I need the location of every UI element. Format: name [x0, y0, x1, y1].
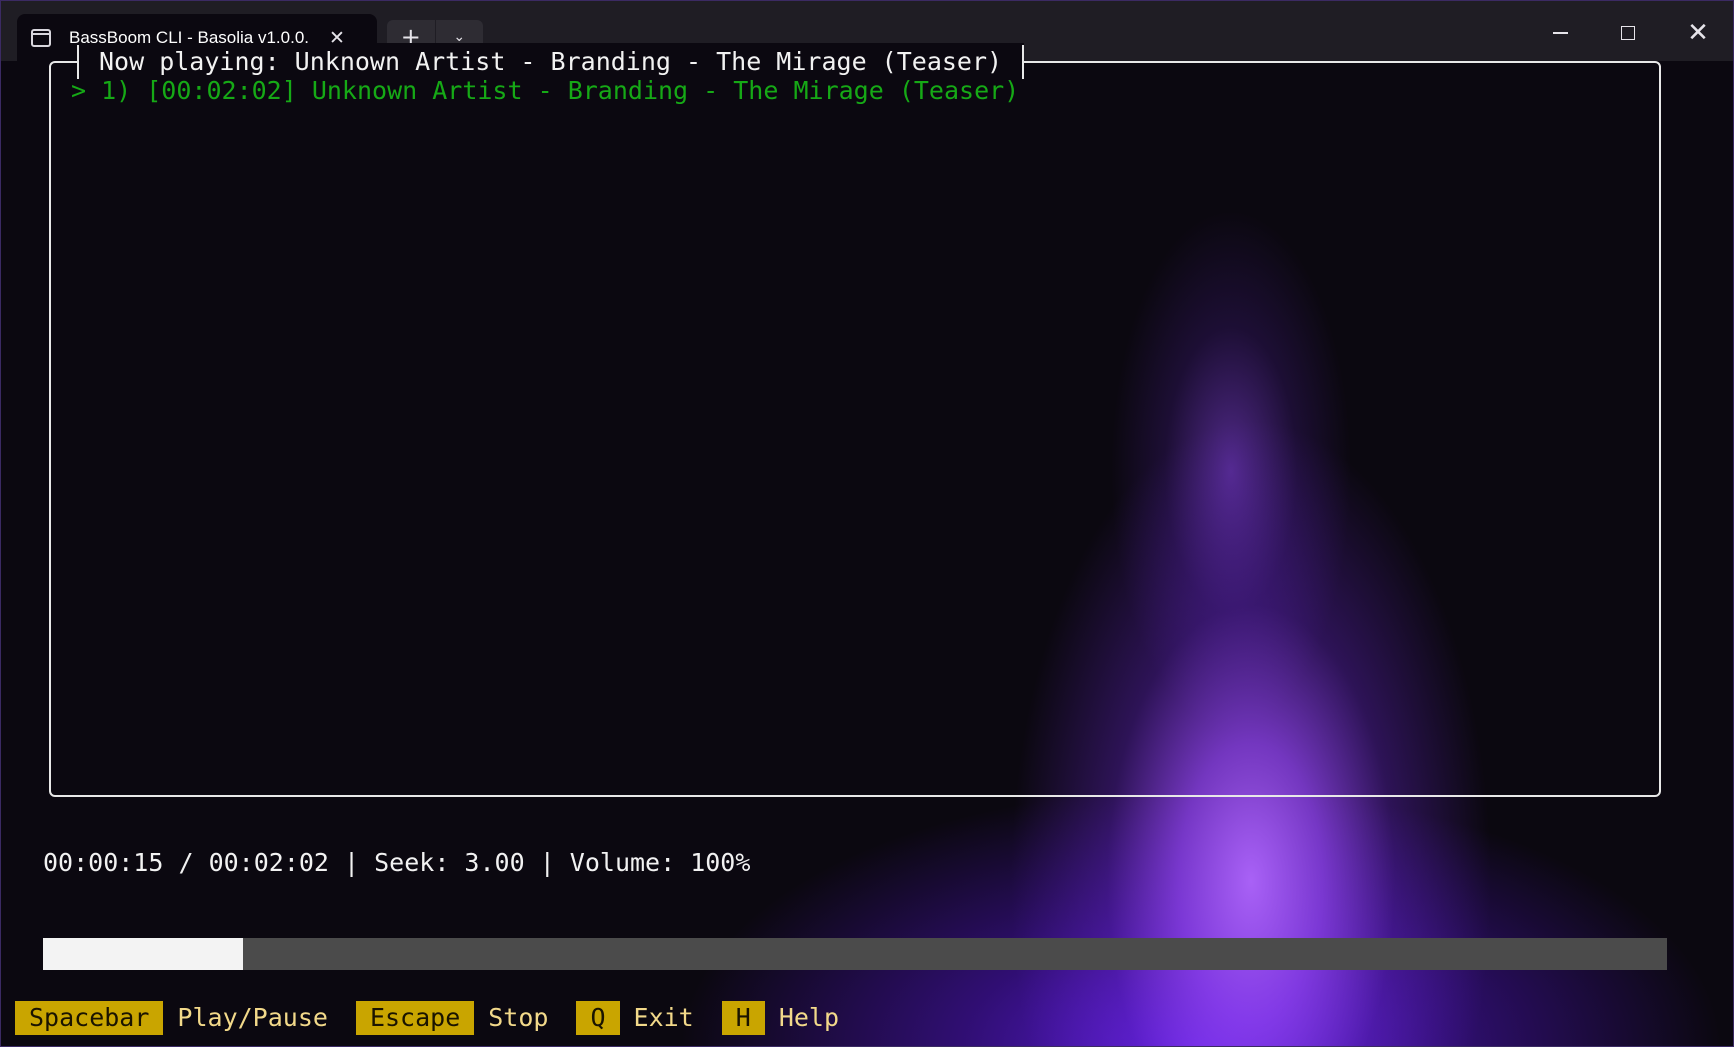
key-escape-action: Stop	[488, 1003, 549, 1032]
playback-status: 00:00:15 / 00:02:02 | Seek: 3.00 | Volum…	[43, 848, 751, 877]
key-q[interactable]: Q	[576, 1001, 620, 1035]
keybinding-bar: Spacebar Play/Pause Escape Stop Q Exit H…	[15, 1001, 867, 1035]
close-window-button[interactable]: ✕	[1672, 15, 1724, 51]
key-escape[interactable]: Escape	[355, 1001, 475, 1035]
maximize-button[interactable]	[1602, 15, 1654, 51]
key-spacebar-action: Play/Pause	[177, 1003, 328, 1032]
playlist-item[interactable]: > 1) [00:02:02] Unknown Artist - Brandin…	[71, 76, 1019, 105]
key-q-action: Exit	[633, 1003, 694, 1032]
key-spacebar[interactable]: Spacebar	[15, 1001, 164, 1035]
key-h-action: Help	[778, 1003, 840, 1032]
maximize-icon	[1621, 26, 1635, 40]
progress-fill	[43, 938, 243, 970]
terminal-icon	[31, 28, 51, 47]
close-icon: ✕	[1687, 18, 1709, 48]
playlist-frame: Now playing: Unknown Artist - Branding -…	[49, 43, 1661, 797]
key-h[interactable]: H	[721, 1001, 765, 1035]
minimize-icon	[1552, 32, 1568, 34]
terminal-window: BassBoom CLI - Basolia v1.0.0. ✕ + ⌄ ✕ N…	[0, 0, 1734, 1047]
minimize-button[interactable]	[1534, 15, 1586, 51]
progress-bar[interactable]	[43, 938, 1667, 970]
